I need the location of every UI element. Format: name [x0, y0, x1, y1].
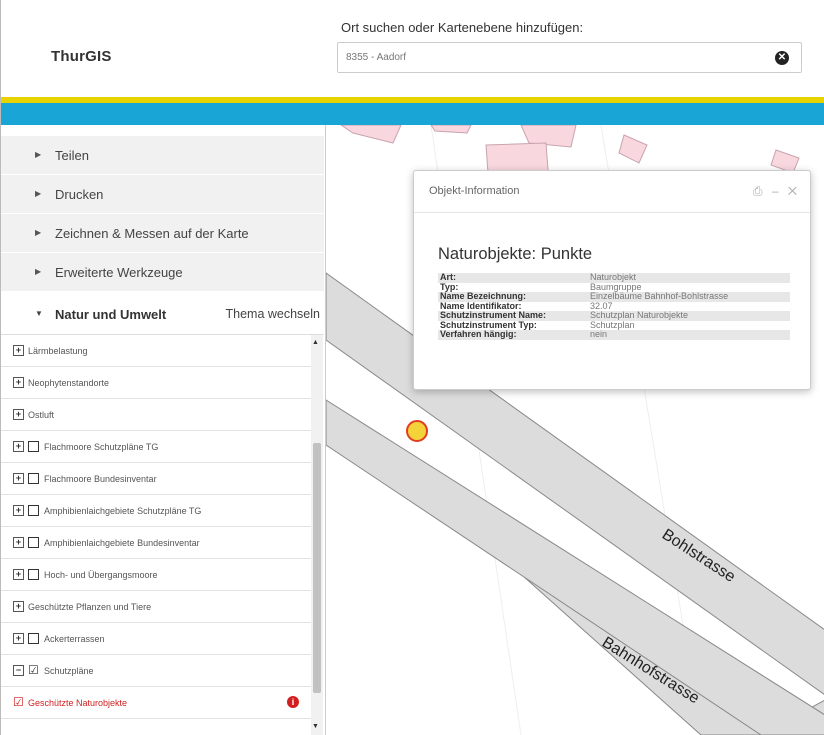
- expand-icon[interactable]: +: [13, 537, 24, 548]
- layer-checkbox[interactable]: [28, 473, 39, 484]
- active-section-label: Natur und Umwelt: [55, 307, 167, 322]
- scroll-up-icon[interactable]: ▲: [312, 339, 319, 346]
- accordion-teilen[interactable]: ▶ Teilen: [1, 136, 324, 175]
- layer-label: Hoch- und Übergangsmoore: [44, 570, 158, 580]
- caret-right-icon: ▶: [35, 228, 42, 237]
- expand-icon[interactable]: +: [13, 345, 24, 356]
- layer-label: Schutzpläne: [44, 666, 94, 676]
- layer-row[interactable]: + Hoch- und Übergangsmoore: [1, 559, 311, 591]
- scroll-down-icon[interactable]: ▼: [312, 723, 319, 730]
- layer-row[interactable]: + Lärmbelastung: [1, 335, 311, 367]
- app-header: ThurGIS Ort suchen oder Kartenebene hinz…: [1, 0, 824, 97]
- caret-right-icon: ▶: [35, 267, 42, 276]
- expand-icon[interactable]: +: [13, 601, 24, 612]
- layer-row[interactable]: + Ostluft: [1, 399, 311, 431]
- layer-row[interactable]: + Flachmoore Bundesinventar: [1, 463, 311, 495]
- accordion-label: Teilen: [55, 148, 89, 163]
- collapse-icon[interactable]: −: [13, 665, 24, 676]
- layer-row[interactable]: + Ackerterrassen: [1, 623, 311, 655]
- caret-right-icon: ▶: [35, 150, 42, 159]
- building: [340, 125, 402, 144]
- expand-icon[interactable]: +: [13, 377, 24, 388]
- attribute-value: Schutzplan: [590, 319, 635, 330]
- checked-checkbox-icon[interactable]: ☑: [28, 663, 39, 677]
- attribute-row: Verfahren hängig: nein: [438, 329, 790, 340]
- object-info-popup: Objekt-Information ⎙ – ✕ Naturobjekte: P…: [413, 170, 811, 390]
- expand-icon[interactable]: +: [13, 473, 24, 484]
- popup-heading: Naturobjekte: Punkte: [438, 245, 593, 263]
- attribute-value: nein: [590, 329, 608, 339]
- layer-checkbox[interactable]: [28, 569, 39, 580]
- expand-icon[interactable]: +: [13, 409, 24, 420]
- layer-label: Flachmoore Bundesinventar: [44, 474, 157, 484]
- attribute-value: Einzelbäume Bahnhof-Bohlstrasse: [590, 291, 729, 301]
- app-window: Bohlstrasse Bahnhofstrasse ThurGIS Ort s…: [0, 0, 824, 735]
- expand-icon[interactable]: +: [13, 633, 24, 644]
- sidebar-panel: ▶ Teilen ▶ Drucken ▶ Zeichnen & Messen a…: [1, 125, 326, 735]
- app-logo[interactable]: ThurGIS: [51, 48, 112, 65]
- layer-checkbox[interactable]: [28, 505, 39, 516]
- popup-header: Objekt-Information ⎙ – ✕: [414, 171, 810, 213]
- attribute-key: Verfahren hängig:: [440, 329, 517, 339]
- layer-label: Lärmbelastung: [28, 346, 88, 356]
- layer-row[interactable]: + Amphibienlaichgebiete Bundesinventar: [1, 527, 311, 559]
- layer-checkbox[interactable]: [28, 537, 39, 548]
- accordion-zeichnen-messen[interactable]: ▶ Zeichnen & Messen auf der Karte: [1, 214, 324, 253]
- clear-search-icon[interactable]: ✕: [775, 51, 789, 65]
- layer-label: Geschützte Naturobjekte: [28, 698, 128, 708]
- accordion-drucken[interactable]: ▶ Drucken: [1, 175, 324, 214]
- search-input-value[interactable]: 8355 - Aadorf: [346, 52, 406, 63]
- layer-row[interactable]: + Amphibienlaichgebiete Schutzpläne TG: [1, 495, 311, 527]
- popup-tools-print-minimize-close-icons[interactable]: ⎙ – ✕: [753, 184, 800, 199]
- layer-label: Ackerterrassen: [44, 634, 105, 644]
- search-input[interactable]: 8355 - Aadorf ✕: [337, 42, 802, 73]
- caret-down-icon: ▼: [35, 309, 43, 318]
- layer-label: Amphibienlaichgebiete Schutzpläne TG: [44, 506, 202, 516]
- layer-label: Geschützte Pflanzen und Tiere: [28, 602, 152, 612]
- layer-checkbox[interactable]: [28, 441, 39, 452]
- scrollbar-thumb[interactable]: [313, 443, 321, 693]
- layer-label: Amphibienlaichgebiete Bundesinventar: [44, 538, 200, 548]
- layer-list: + Lärmbelastung + Neophytenstandorte + O…: [1, 335, 311, 735]
- expand-icon[interactable]: +: [13, 441, 24, 452]
- attribute-key: Art:: [440, 272, 456, 282]
- layer-label: Neophytenstandorte: [28, 378, 110, 388]
- layer-row[interactable]: + Geschützte Pflanzen und Tiere: [1, 591, 311, 623]
- header-stripe-blue: [1, 103, 824, 125]
- accordion-label: Erweiterte Werkzeuge: [55, 265, 183, 280]
- layer-checkbox[interactable]: [28, 633, 39, 644]
- attribute-table: Art: Naturobjekt Typ: Baumgruppe Name Beze…: [438, 272, 790, 340]
- caret-right-icon: ▶: [35, 189, 42, 198]
- accordion-natur-umwelt[interactable]: ▼ Natur und Umwelt Thema wechseln: [1, 294, 324, 335]
- search-label: Ort suchen oder Kartenebene hinzufügen:: [341, 20, 584, 35]
- building: [618, 134, 648, 164]
- building: [430, 125, 472, 134]
- layer-label: Ostluft: [28, 410, 55, 420]
- layer-row[interactable]: − ☑ Schutzpläne: [1, 655, 311, 687]
- layer-row[interactable]: + Flachmoore Schutzpläne TG: [1, 431, 311, 463]
- accordion-label: Drucken: [55, 187, 104, 202]
- map-feature-marker[interactable]: [406, 420, 428, 442]
- layer-label: Flachmoore Schutzpläne TG: [44, 442, 159, 452]
- popup-title: Objekt-Information: [429, 185, 520, 197]
- change-theme-link[interactable]: Thema wechseln: [226, 307, 321, 321]
- accordion-label: Zeichnen & Messen auf der Karte: [55, 226, 249, 241]
- layer-row-active[interactable]: ☑ Geschützte Naturobjekte i: [1, 687, 311, 719]
- checked-checkbox-icon[interactable]: ☑: [13, 695, 24, 709]
- accordion-erweiterte-werkzeuge[interactable]: ▶ Erweiterte Werkzeuge: [1, 253, 324, 292]
- expand-icon[interactable]: +: [13, 569, 24, 580]
- expand-icon[interactable]: +: [13, 505, 24, 516]
- info-icon[interactable]: i: [287, 696, 299, 708]
- layer-row[interactable]: + Neophytenstandorte: [1, 367, 311, 399]
